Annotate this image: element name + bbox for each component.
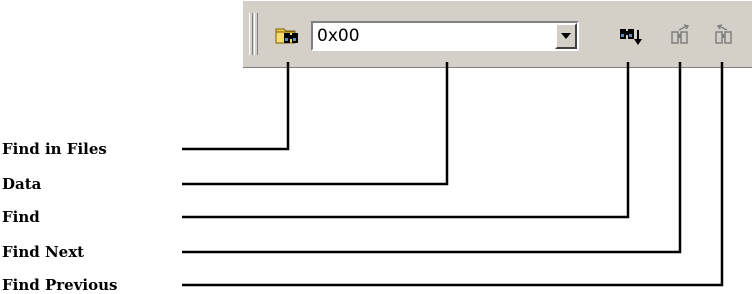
callout-line-find-in-files (182, 62, 290, 151)
callout-label-find-next: Find Next (2, 243, 85, 261)
callout-line-find (182, 62, 630, 219)
callout-label-find-previous: Find Previous (2, 276, 118, 294)
callout-line-find-next (182, 62, 682, 254)
callout-line-data (182, 62, 449, 186)
callout-lines (182, 62, 724, 287)
callout-label-find-in-files: Find in Files (2, 140, 107, 158)
callout-label-find: Find (2, 208, 40, 226)
callout-label-data: Data (2, 175, 42, 193)
